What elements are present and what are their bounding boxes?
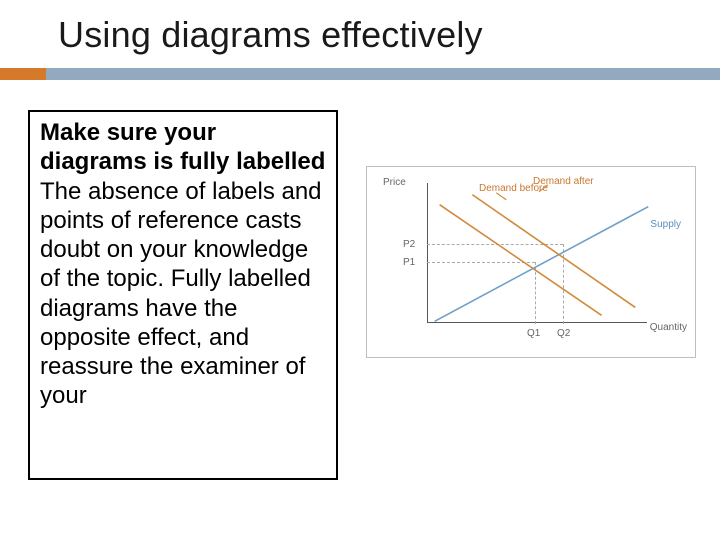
legend-tick-before — [496, 193, 506, 200]
page-title: Using diagrams effectively — [58, 14, 720, 56]
legend-tick-after — [539, 185, 548, 192]
chart-lines — [385, 177, 681, 343]
advice-textbox: Make sure your diagrams is fully labelle… — [28, 110, 338, 480]
advice-heading: Make sure your diagrams is fully labelle… — [40, 119, 325, 175]
header-rule-accent — [0, 68, 46, 80]
header-rule-bar — [46, 68, 720, 80]
advice-body: The absence of labels and points of refe… — [40, 178, 322, 410]
demand-before-line — [440, 205, 602, 316]
demand-after-line — [472, 195, 635, 308]
header-rule — [0, 68, 720, 80]
supply-demand-chart: Price Quantity Demand before Demand afte… — [366, 166, 696, 358]
